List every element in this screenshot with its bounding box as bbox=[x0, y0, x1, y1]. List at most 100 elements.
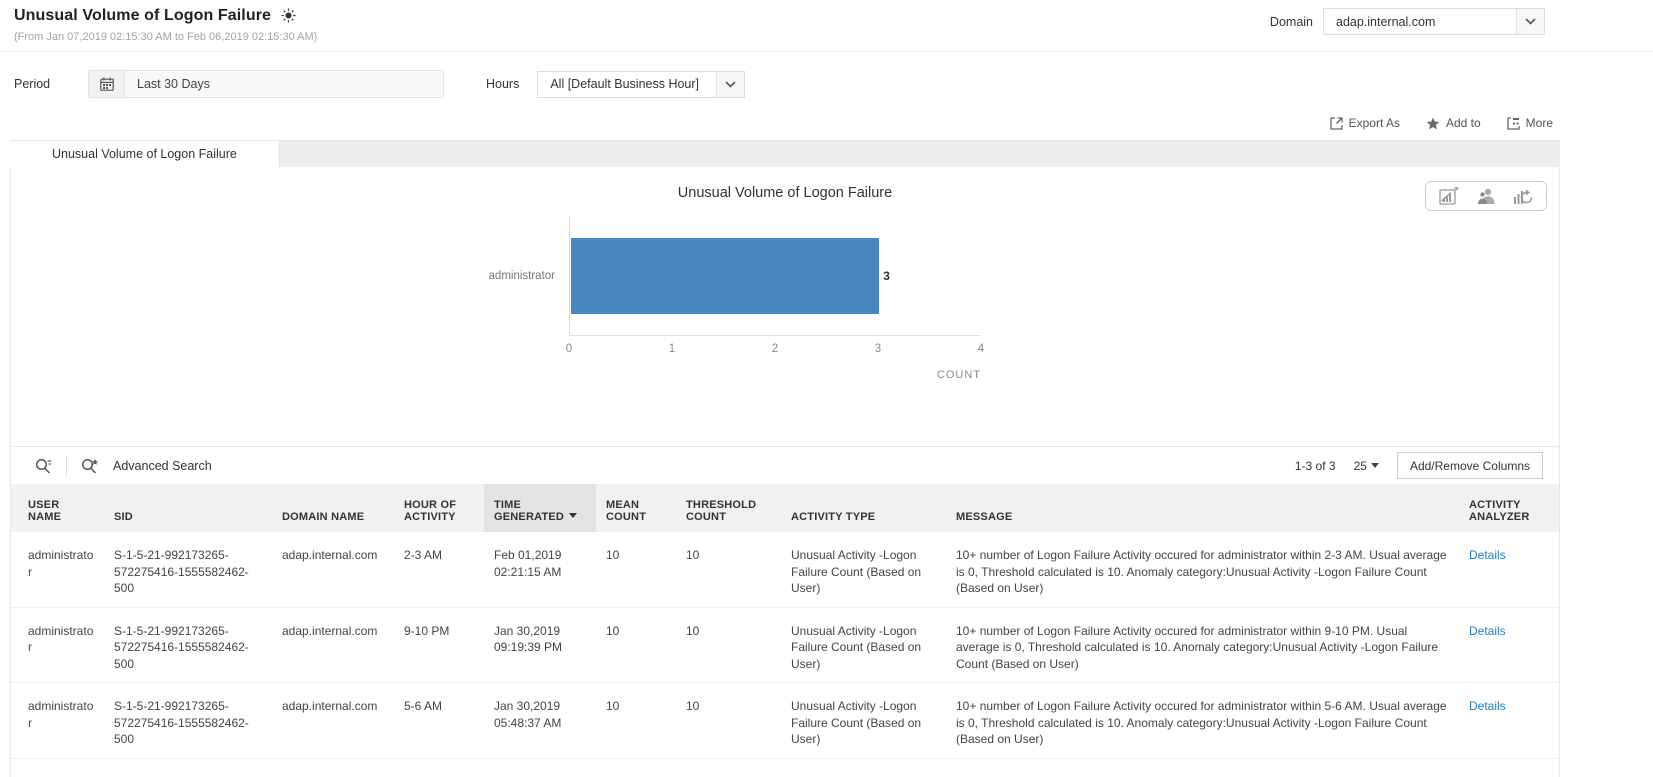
page-size-value: 25 bbox=[1353, 458, 1367, 473]
cell-sid: S-1-5-21-992173265-572275416-1555582462-… bbox=[104, 532, 272, 608]
tab-unusual-volume-of-logon-failure[interactable]: Unusual Volume of Logon Failure bbox=[10, 141, 280, 167]
cell-user-name: administrator bbox=[11, 607, 104, 683]
add-chart-button[interactable] bbox=[1432, 185, 1466, 207]
star-icon bbox=[1426, 117, 1440, 130]
report-actions: Export As Add to More bbox=[0, 112, 1653, 140]
column-header-user-name[interactable]: USER NAME bbox=[11, 484, 104, 532]
x-tick-label: 0 bbox=[565, 343, 573, 355]
table-header: USER NAME SID DOMAIN NAME HOUR OF ACTIVITY T… bbox=[11, 484, 1559, 532]
refresh-chart-button[interactable] bbox=[1506, 186, 1540, 207]
sort-desc-icon bbox=[569, 513, 578, 518]
chevron-down-icon bbox=[716, 71, 745, 97]
cell-sid: S-1-5-21-992173265-572275416-1555582462-… bbox=[104, 607, 272, 683]
column-header-label: TIME GENERATED bbox=[494, 499, 565, 523]
hours-label: Hours bbox=[486, 77, 520, 91]
column-header-activity-analyzer[interactable]: ACTIVITY ANALYZER bbox=[1459, 484, 1559, 532]
report-panel: Unusual Volume of Logon Failure administ… bbox=[10, 167, 1560, 777]
page-title: Unusual Volume of Logon Failure bbox=[14, 7, 272, 24]
user-attribution-button[interactable] bbox=[1470, 186, 1502, 207]
add-to-label: Add to bbox=[1445, 116, 1481, 130]
column-header-mean-count[interactable]: MEAN COUNT bbox=[596, 484, 676, 532]
period-input[interactable]: Last 30 Days bbox=[88, 70, 444, 98]
column-header-time-generated[interactable]: TIME GENERATED bbox=[484, 484, 596, 532]
x-axis-ticks: 0 1 2 3 4 bbox=[565, 343, 985, 361]
cell-message: 10+ number of Logon Failure Activity occ… bbox=[946, 607, 1459, 683]
cell-activity-type: Unusual Activity -Logon Failure Count (B… bbox=[781, 607, 946, 683]
cell-message: 10+ number of Logon Failure Activity occ… bbox=[946, 682, 1459, 759]
hours-select-value: All [Default Business Hour] bbox=[550, 77, 700, 91]
advanced-search-label[interactable]: Advanced Search bbox=[113, 459, 212, 473]
details-link[interactable]: Details bbox=[1469, 548, 1506, 562]
x-tick-label: 4 bbox=[977, 343, 985, 355]
column-header-label: HOUR OF ACTIVITY bbox=[404, 499, 457, 523]
advanced-search-icon bbox=[81, 458, 99, 474]
bar-administrator[interactable] bbox=[571, 238, 880, 314]
export-as-button[interactable]: Export As bbox=[1329, 116, 1400, 130]
sun-icon bbox=[281, 7, 296, 23]
plot-area: 3 bbox=[569, 216, 981, 336]
cell-threshold-count: 10 bbox=[676, 682, 781, 759]
add-remove-columns-button[interactable]: Add/Remove Columns bbox=[1396, 452, 1543, 479]
column-header-message[interactable]: MESSAGE bbox=[946, 484, 1459, 532]
table-row: administrator S-1-5-21-992173265-57227541… bbox=[11, 682, 1559, 759]
domain-select[interactable]: adap.internal.com bbox=[1323, 8, 1545, 35]
cell-mean-count: 10 bbox=[596, 607, 676, 683]
cell-time-generated: Jan 30,2019 09:19:39 PM bbox=[484, 607, 596, 683]
cell-user-name: administrator bbox=[11, 682, 104, 759]
page-size-dropdown[interactable]: 25 bbox=[1354, 459, 1379, 473]
cell-sid: S-1-5-21-992173265-572275416-1555582462-… bbox=[104, 682, 272, 759]
cell-activity-type: Unusual Activity -Logon Failure Count (B… bbox=[781, 682, 946, 759]
export-icon bbox=[1329, 116, 1343, 130]
chart-title: Unusual Volume of Logon Failure bbox=[677, 185, 893, 201]
chart-tools bbox=[1425, 181, 1547, 211]
cell-hour-of-activity: 5-6 AM bbox=[394, 682, 484, 759]
cell-user-name: administrator bbox=[11, 532, 104, 608]
more-button[interactable]: More bbox=[1507, 116, 1553, 130]
caret-down-icon bbox=[1370, 463, 1379, 468]
cell-analyzer-link: Details bbox=[1459, 532, 1559, 608]
column-header-label: THRESHOLD COUNT bbox=[686, 499, 757, 523]
period-label: Period bbox=[14, 77, 51, 91]
filter-row: Period Last 30 Days Hours All [Default B… bbox=[0, 52, 1653, 112]
cell-domain-name: adap.internal.com bbox=[272, 682, 394, 759]
calendar-icon[interactable] bbox=[89, 71, 125, 97]
page-header: Unusual Volume of Logon Failure (From Ja… bbox=[0, 0, 1653, 51]
search-filter-icon bbox=[35, 458, 52, 474]
details-link[interactable]: Details bbox=[1469, 624, 1506, 638]
column-header-label: ACTIVITY ANALYZER bbox=[1469, 499, 1530, 523]
column-header-label: USER NAME bbox=[28, 499, 62, 523]
domain-select-value: adap.internal.com bbox=[1336, 14, 1436, 29]
x-tick-label: 1 bbox=[668, 343, 676, 355]
cell-hour-of-activity: 9-10 PM bbox=[394, 607, 484, 683]
cell-domain-name: adap.internal.com bbox=[272, 532, 394, 608]
column-header-label: MESSAGE bbox=[956, 511, 1013, 523]
column-header-label: ACTIVITY TYPE bbox=[791, 511, 876, 523]
cell-time-generated: Feb 01,2019 02:21:15 AM bbox=[484, 532, 596, 608]
column-header-domain-name[interactable]: DOMAIN NAME bbox=[272, 484, 394, 532]
bar-chart-plus-icon bbox=[1439, 187, 1459, 205]
advanced-search-button[interactable] bbox=[73, 458, 107, 474]
cell-mean-count: 10 bbox=[596, 532, 676, 608]
add-to-button[interactable]: Add to bbox=[1426, 116, 1481, 130]
cell-hour-of-activity: 2-3 AM bbox=[394, 532, 484, 608]
cell-message: 10+ number of Logon Failure Activity occ… bbox=[946, 532, 1459, 608]
column-header-threshold-count[interactable]: THRESHOLD COUNT bbox=[676, 484, 781, 532]
toolbar-divider bbox=[66, 455, 67, 476]
column-header-activity-type[interactable]: ACTIVITY TYPE bbox=[781, 484, 946, 532]
x-axis-title: COUNT bbox=[936, 369, 981, 381]
column-header-label: MEAN COUNT bbox=[606, 499, 647, 523]
x-tick-label: 3 bbox=[874, 343, 882, 355]
details-link[interactable]: Details bbox=[1469, 699, 1506, 713]
column-header-hour-of-activity[interactable]: HOUR OF ACTIVITY bbox=[394, 484, 484, 532]
cell-analyzer-link: Details bbox=[1459, 607, 1559, 683]
column-search-button[interactable] bbox=[27, 458, 60, 474]
chart-section: Unusual Volume of Logon Failure administ… bbox=[11, 167, 1559, 446]
hours-select[interactable]: All [Default Business Hour] bbox=[537, 70, 746, 98]
pagination-range: 1-3 of 3 bbox=[1294, 458, 1336, 473]
export-as-label: Export As bbox=[1348, 116, 1400, 130]
more-icon bbox=[1507, 116, 1520, 130]
bar-value-label: 3 bbox=[883, 269, 890, 283]
column-header-sid[interactable]: SID bbox=[104, 484, 272, 532]
column-header-label: DOMAIN NAME bbox=[282, 511, 365, 523]
domain-label: Domain bbox=[1269, 14, 1313, 29]
